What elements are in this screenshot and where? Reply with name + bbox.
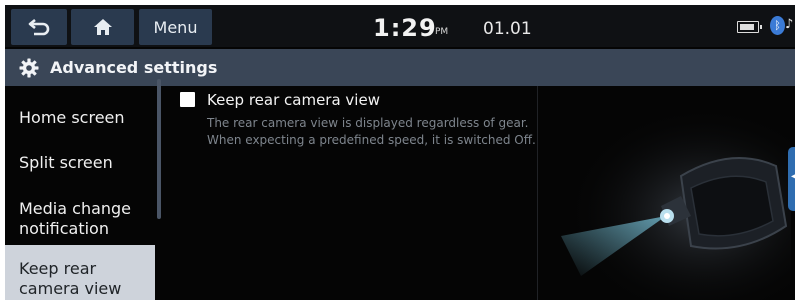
sidebar-item-label: Split screen xyxy=(19,153,113,172)
sidebar-item-label: Home screen xyxy=(19,108,125,127)
title-bar: Advanced settings xyxy=(5,49,795,86)
home-button[interactable] xyxy=(71,9,134,45)
panel-divider xyxy=(537,86,538,300)
head-unit-screen: Menu 1:29 PM 01.01 ᛒ ♪ Advanced settings… xyxy=(5,5,795,300)
page-title: Advanced settings xyxy=(50,58,218,77)
menu-button[interactable]: Menu xyxy=(139,9,212,45)
menu-label: Menu xyxy=(153,17,198,37)
option-label[interactable]: Keep rear camera view xyxy=(207,91,380,109)
sidebar-item-keep-rear-camera-view[interactable]: Keep rear camera view xyxy=(5,245,155,300)
status-bar: Menu 1:29 PM 01.01 ᛒ ♪ xyxy=(5,5,795,47)
sidebar-item-label: Keep rear camera view xyxy=(19,259,122,298)
sidebar-item-split-screen[interactable]: Split screen xyxy=(5,153,155,173)
sidebar-item-media-change-notification[interactable]: Media change notification xyxy=(5,199,155,239)
option-description: The rear camera view is displayed regard… xyxy=(207,116,536,147)
clock-time: 1:29 xyxy=(373,14,437,42)
home-icon xyxy=(93,19,112,35)
gear-icon xyxy=(19,58,39,78)
settings-content: Keep rear camera view The rear camera vi… xyxy=(161,86,795,300)
battery-icon xyxy=(737,21,762,33)
back-icon xyxy=(28,18,50,36)
bluetooth-icon: ᛒ xyxy=(770,16,785,35)
date-display: 01.01 xyxy=(483,19,532,39)
chevron-left-icon: ◂ xyxy=(791,171,795,182)
music-note-icon: ♪ xyxy=(785,17,794,32)
sidebar-item-home-screen[interactable]: Home screen xyxy=(5,108,155,128)
sidebar-item-label: Media change notification xyxy=(19,199,132,238)
settings-sidebar: Home screen Split screen Media change no… xyxy=(5,86,157,300)
rear-camera-illustration xyxy=(541,106,791,300)
clock-ampm: PM xyxy=(435,27,449,37)
back-button[interactable] xyxy=(11,9,67,45)
keep-rear-camera-checkbox[interactable] xyxy=(180,92,195,107)
side-panel-handle[interactable]: ◂ xyxy=(788,147,795,211)
